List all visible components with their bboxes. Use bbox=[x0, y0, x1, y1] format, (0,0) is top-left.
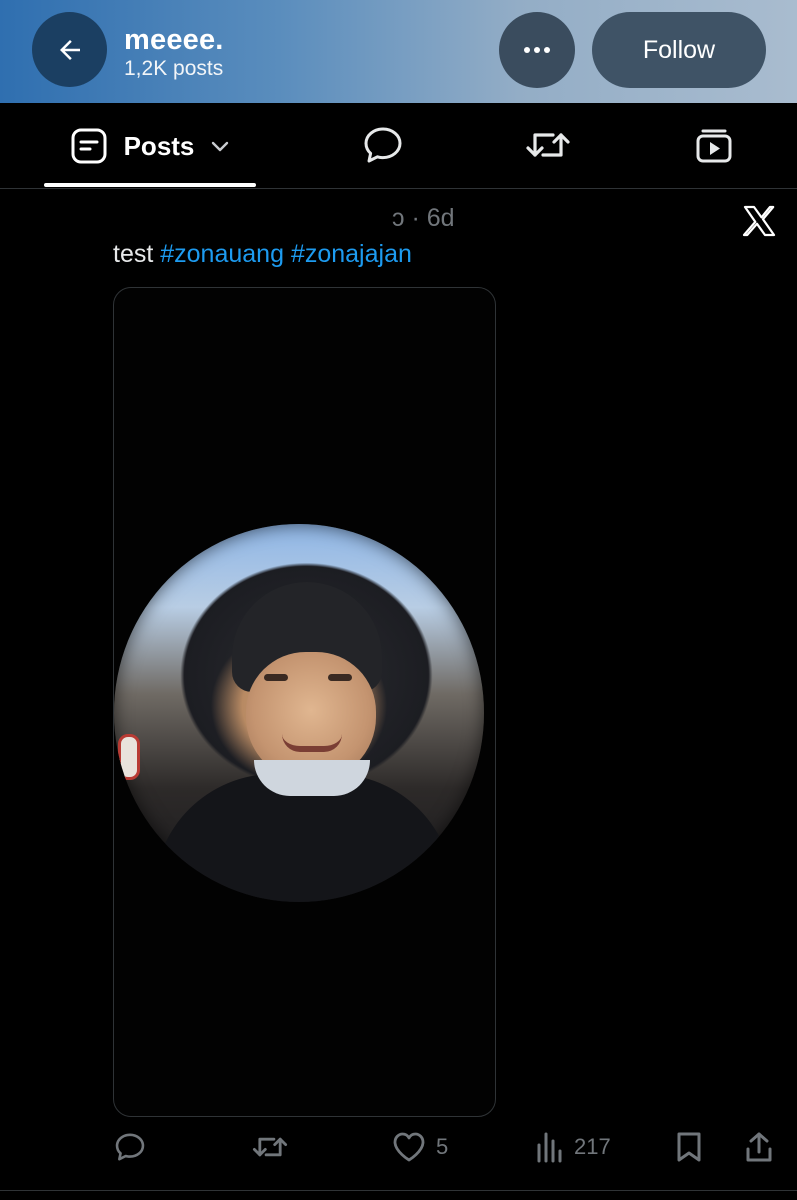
view-count: 217 bbox=[574, 1134, 611, 1159]
profile-header: meeee. 1,2K posts Follow bbox=[0, 0, 797, 103]
divider bbox=[0, 1190, 797, 1191]
photo-sign bbox=[118, 734, 140, 780]
post-timestamp: ↄ · 6d bbox=[392, 204, 455, 232]
posts-icon bbox=[70, 127, 108, 165]
arrow-left-icon bbox=[55, 35, 85, 65]
photo-mask bbox=[254, 760, 370, 796]
tab-posts-label: Posts bbox=[123, 130, 195, 161]
tab-media[interactable] bbox=[692, 123, 736, 167]
media-icon bbox=[694, 125, 734, 165]
tab-bar: Posts bbox=[0, 103, 797, 189]
chevron-down-icon bbox=[210, 139, 230, 153]
like-button[interactable]: 5 bbox=[392, 1130, 448, 1164]
repost-icon bbox=[525, 125, 571, 165]
x-logo-icon bbox=[742, 204, 778, 238]
photo-eye bbox=[264, 674, 288, 681]
hashtag-link[interactable]: #zonauang bbox=[160, 240, 284, 268]
post-body: test #zonauang #zonajajan bbox=[113, 240, 412, 269]
views-icon bbox=[536, 1131, 564, 1163]
tab-reposts[interactable] bbox=[526, 123, 570, 167]
profile-title-block: meeee. 1,2K posts bbox=[124, 24, 224, 82]
fisheye-photo bbox=[114, 524, 484, 902]
repost-icon bbox=[252, 1131, 288, 1163]
photo-smile bbox=[282, 734, 342, 752]
bookmark-icon bbox=[675, 1131, 703, 1163]
post-text: test bbox=[113, 240, 154, 268]
reply-icon bbox=[362, 125, 404, 165]
back-button[interactable] bbox=[32, 12, 107, 87]
tab-posts[interactable]: Posts bbox=[44, 103, 256, 189]
profile-name: meeee. bbox=[124, 24, 224, 56]
tab-replies[interactable] bbox=[361, 123, 405, 167]
post-media[interactable] bbox=[113, 287, 496, 1117]
active-tab-indicator bbox=[44, 183, 256, 187]
repost-button[interactable] bbox=[252, 1130, 288, 1164]
post-count: 1,2K posts bbox=[124, 57, 224, 80]
bookmark-button[interactable] bbox=[675, 1130, 703, 1164]
reply-button[interactable] bbox=[114, 1130, 146, 1164]
post-action-bar: 5 217 bbox=[0, 1122, 797, 1172]
reply-icon bbox=[114, 1131, 146, 1163]
more-button[interactable] bbox=[499, 12, 575, 88]
share-button[interactable] bbox=[744, 1130, 774, 1164]
like-count: 5 bbox=[436, 1134, 449, 1159]
heart-icon bbox=[392, 1131, 426, 1163]
follow-button[interactable]: Follow bbox=[592, 12, 766, 88]
share-icon bbox=[744, 1131, 774, 1163]
hashtag-link[interactable]: #zonajajan bbox=[291, 240, 412, 268]
photo-eye bbox=[328, 674, 352, 681]
views-button[interactable]: 217 bbox=[536, 1130, 611, 1164]
more-horizontal-icon bbox=[522, 45, 552, 55]
